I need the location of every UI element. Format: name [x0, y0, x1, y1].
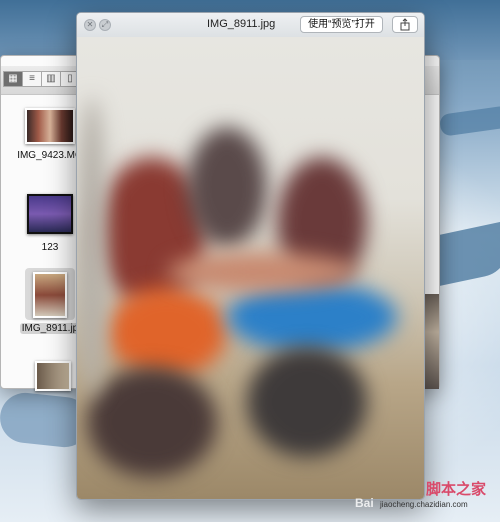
icon-view-icon[interactable]: ▦	[3, 71, 23, 87]
photo-blur-region	[187, 127, 267, 247]
photo-blur-region	[247, 347, 367, 457]
file-item[interactable]: 123	[15, 194, 85, 253]
file-item[interactable]: IMG_9423.MO	[15, 108, 85, 161]
fullscreen-icon[interactable]: ⤢	[99, 19, 111, 31]
quicklook-window[interactable]: ✕ ⤢ IMG_8911.jpg 使用“预览”打开	[76, 12, 425, 500]
file-item[interactable]	[33, 361, 73, 391]
share-icon	[400, 18, 410, 31]
image-preview	[77, 37, 424, 499]
photo-blur-region	[87, 367, 217, 477]
photo-blur-region	[107, 287, 227, 377]
selection-highlight	[25, 268, 75, 320]
photo-blur-region	[167, 252, 357, 292]
photo-blur-region	[77, 97, 107, 397]
quicklook-titlebar[interactable]: ✕ ⤢ IMG_8911.jpg 使用“预览”打开	[77, 13, 424, 38]
column-view-icon[interactable]: ▥	[41, 71, 61, 87]
file-thumbnail	[33, 272, 67, 318]
window-title: IMG_8911.jpg	[207, 18, 276, 30]
list-view-icon[interactable]: ≡	[22, 71, 42, 87]
file-name: IMG_9423.MO	[17, 150, 83, 161]
photo-blur-region	[227, 282, 397, 352]
wallpaper-sea	[438, 105, 500, 137]
file-thumbnail	[35, 361, 71, 391]
file-item-selected[interactable]: IMG_8911.jp	[15, 268, 85, 334]
view-switcher: ▦ ≡ ▥ ▯	[3, 71, 80, 87]
file-name: 123	[41, 242, 59, 253]
close-icon[interactable]: ✕	[84, 19, 96, 31]
open-with-preview-button[interactable]: 使用“预览”打开	[300, 16, 383, 33]
file-thumbnail	[25, 108, 75, 144]
file-thumbnail	[27, 194, 73, 234]
file-name: IMG_8911.jp	[19, 323, 81, 334]
share-button[interactable]	[392, 16, 418, 33]
